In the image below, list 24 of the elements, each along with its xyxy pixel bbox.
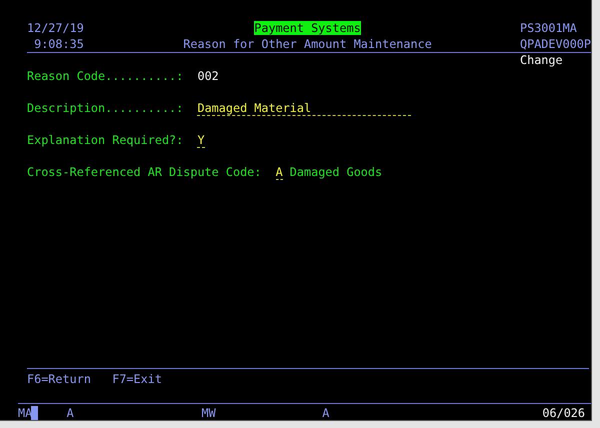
mode-text: Change (520, 52, 564, 68)
status-indicator: MW (202, 404, 216, 420)
program-name: PS3001MA (520, 20, 578, 36)
time-text: 9:08:35 (34, 36, 85, 52)
status-indicator: A (322, 404, 330, 420)
date-text: 12/27/19 (27, 20, 84, 36)
screen-title: Reason for Other Amount Maintenance (183, 36, 432, 52)
input-field[interactable]: Y (197, 132, 205, 148)
function-key-text[interactable]: F6=Return (27, 371, 91, 387)
status-mode: MA (18, 404, 32, 420)
input-field[interactable]: A (276, 164, 283, 180)
field-label: Reason Code..........: (27, 68, 184, 84)
function-key-text[interactable]: F7=Exit (112, 371, 162, 387)
field-label: Cross-Referenced AR Dispute Code: (27, 164, 262, 180)
status-indicator: A (66, 404, 74, 420)
cursor-block (31, 406, 38, 420)
device-name: QPADEV000P (520, 36, 591, 52)
cursor-position: 06/026 (542, 404, 585, 420)
field-label: Explanation Required?: (27, 132, 184, 148)
code-description: Damaged Goods (290, 164, 382, 180)
system-title: Payment Systems (254, 21, 361, 35)
field-value: 002 (197, 68, 219, 84)
input-field[interactable]: Damaged Material (197, 100, 411, 116)
field-label: Description..........: (27, 100, 184, 116)
